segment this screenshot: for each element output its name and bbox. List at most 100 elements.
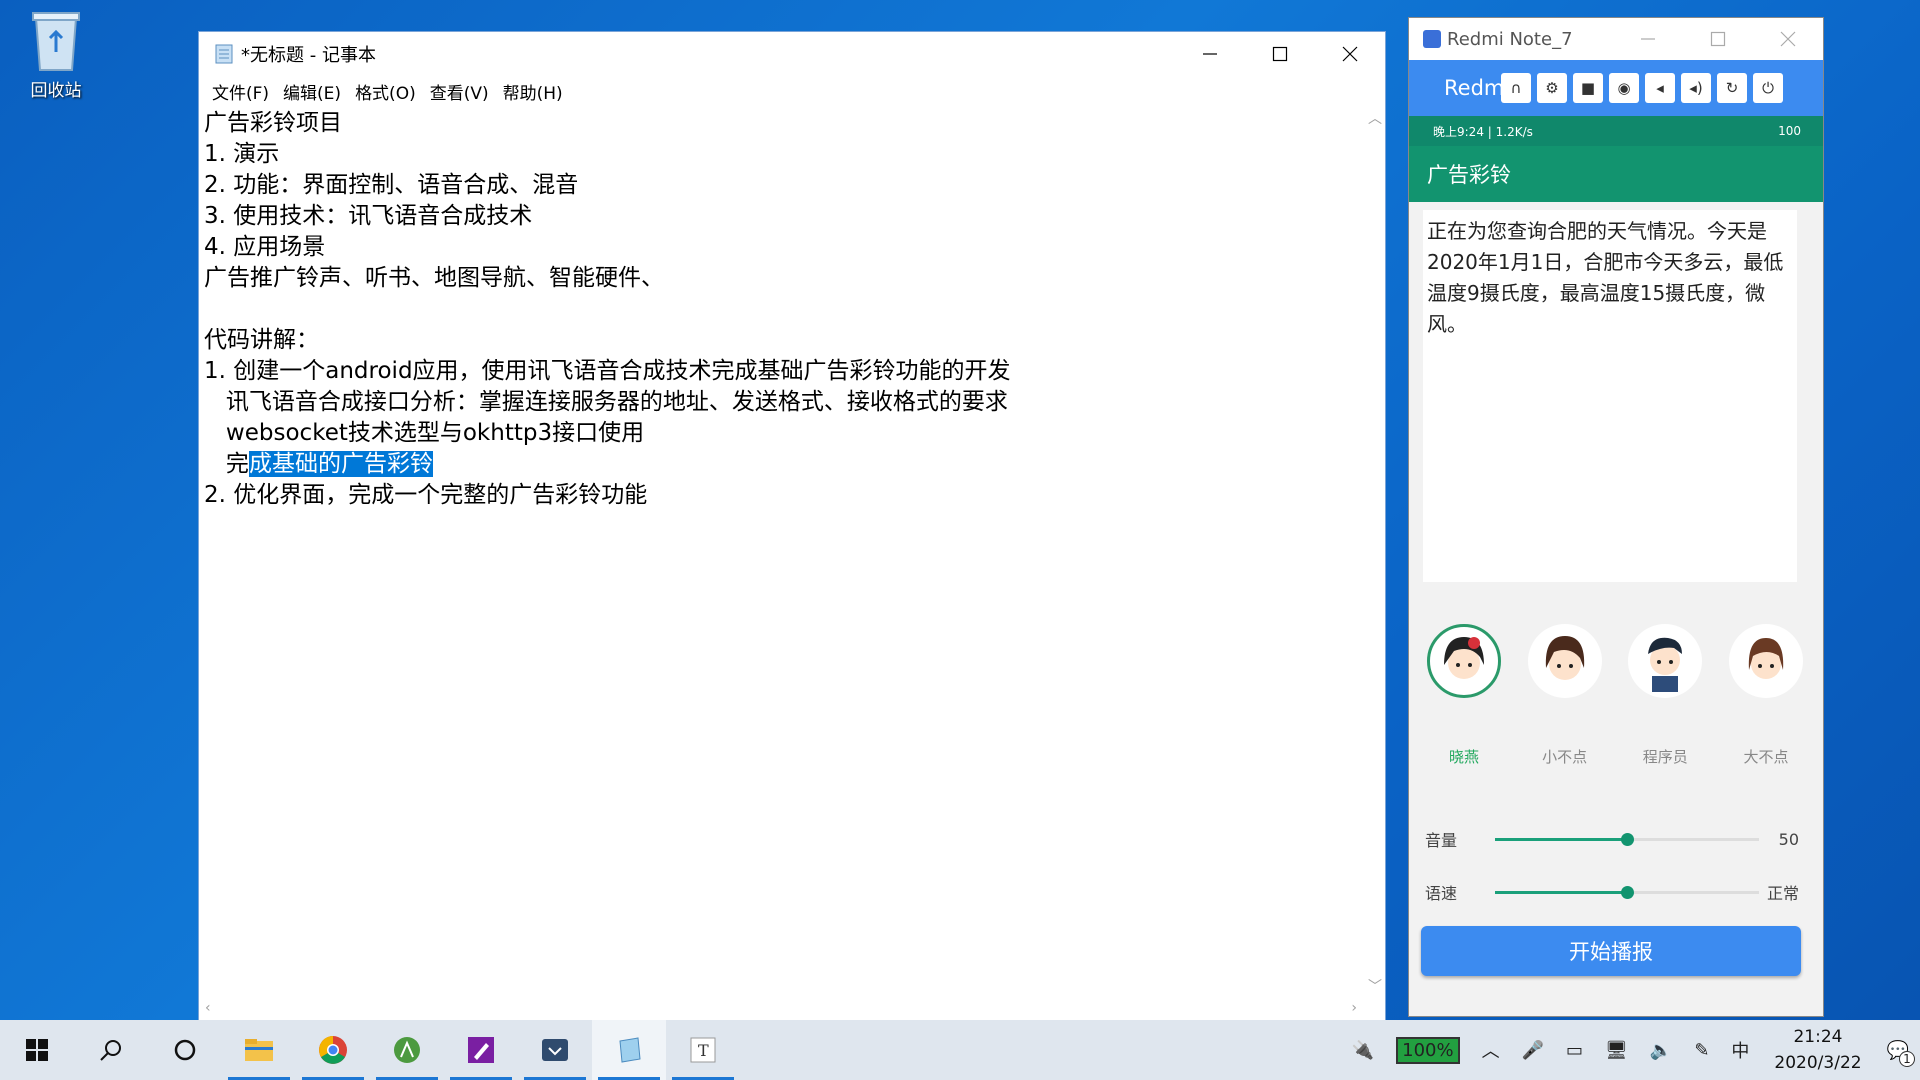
ime-indicator[interactable]: 中: [1731, 1037, 1749, 1063]
maximize-button[interactable]: [1245, 32, 1315, 76]
speed-slider[interactable]: [1495, 886, 1759, 899]
text-before-selection: 完: [204, 451, 249, 477]
text-editor[interactable]: 广告彩铃项目 1. 演示 2. 功能：界面控制、语音合成、混音 3. 使用技术：讯飞语…: [199, 106, 1363, 998]
screenshot-button[interactable]: ◉: [1609, 73, 1639, 103]
text-line: 2. 功能：界面控制、语音合成、混音: [204, 172, 579, 198]
system-tray: 🔌 100% ︿ 🎤 ▭ 🖥 🔈 ✎ 中 21:24 2020/3/22 💬 1: [1341, 1020, 1920, 1080]
text-line: 代码讲解：: [204, 327, 319, 353]
phone-maximize-button[interactable]: [1683, 18, 1753, 60]
horizontal-scrollbar[interactable]: ‹ ›: [199, 998, 1363, 1020]
notepad-window: *无标题 - 记事本 文件(F) 编辑(E) 格式(O) 查看(V) 帮助(H)…: [198, 31, 1386, 1021]
mirror-brand: Redm: [1444, 76, 1505, 100]
speaker-chengxuyuan[interactable]: 程序员: [1626, 624, 1704, 767]
menu-bar: 文件(F) 编辑(E) 格式(O) 查看(V) 帮助(H): [199, 76, 1385, 106]
record-button[interactable]: ■: [1573, 73, 1603, 103]
taskbar-onenote[interactable]: [444, 1020, 518, 1080]
start-button[interactable]: [0, 1020, 74, 1080]
power-button[interactable]: ⏻: [1753, 73, 1783, 103]
text-line: 4. 应用场景: [204, 234, 326, 260]
speed-thumb[interactable]: [1621, 886, 1634, 899]
recycle-bin[interactable]: 回收站: [18, 8, 94, 101]
phone-titlebar[interactable]: Redmi Note_7: [1409, 18, 1823, 60]
volume-up-button[interactable]: ◂): [1681, 73, 1711, 103]
volume-down-button[interactable]: ◂: [1645, 73, 1675, 103]
text-line: 广告彩铃项目: [204, 110, 342, 136]
scroll-right-icon: ›: [1351, 1000, 1357, 1016]
phone-close-button[interactable]: [1753, 18, 1823, 60]
recycle-bin-label: 回收站: [30, 81, 82, 101]
svg-text:T: T: [698, 1041, 709, 1060]
menu-view[interactable]: 查看(V): [423, 79, 496, 104]
recycle-bin-icon: [28, 8, 84, 72]
speed-row: 语速 正常: [1425, 877, 1805, 907]
taskbar-android-studio[interactable]: [370, 1020, 444, 1080]
headphone-button[interactable]: ∩: [1501, 73, 1531, 103]
taskbar-file-explorer[interactable]: [222, 1020, 296, 1080]
battery-icon[interactable]: ▭: [1566, 1040, 1583, 1061]
menu-help[interactable]: 帮助(H): [496, 79, 570, 104]
android-studio-icon: [394, 1037, 420, 1063]
cortana-button[interactable]: [148, 1020, 222, 1080]
power-plug-icon[interactable]: 🔌: [1352, 1040, 1374, 1061]
battery-indicator[interactable]: 100%: [1396, 1036, 1460, 1064]
volume-down-icon: ◂: [1656, 79, 1664, 97]
minimize-icon: [1641, 38, 1655, 40]
text-line: 2. 优化界面，完成一个完整的广告彩铃功能: [204, 482, 648, 508]
volume-up-icon: ◂): [1689, 79, 1703, 97]
avatar: [1628, 624, 1703, 698]
volume-thumb[interactable]: [1621, 833, 1634, 846]
vertical-scrollbar[interactable]: ︿ ﹀: [1363, 106, 1385, 998]
pen-icon[interactable]: ✎: [1694, 1040, 1709, 1061]
text-line: 1. 演示: [204, 141, 280, 167]
video-camera-icon: ■: [1580, 79, 1596, 97]
window-title: *无标题 - 记事本: [241, 45, 376, 66]
minimize-button[interactable]: [1175, 32, 1245, 76]
rotate-button[interactable]: ↻: [1717, 73, 1747, 103]
menu-file[interactable]: 文件(F): [205, 79, 276, 104]
notification-count: 1: [1899, 1050, 1915, 1067]
status-time: 晚上9:24 | 1.2K/s: [1433, 124, 1533, 139]
scroll-left-icon: ‹: [205, 1000, 211, 1016]
search-button[interactable]: [74, 1020, 148, 1080]
close-button[interactable]: [1315, 32, 1385, 76]
avatar: [1427, 624, 1501, 698]
phone-minimize-button[interactable]: [1613, 18, 1683, 60]
speaker-dabudian[interactable]: 大不点: [1727, 624, 1805, 767]
app-content: 正在为您查询合肥的天气情况。今天是2020年1月1日，合肥市今天多云，最低温度9…: [1409, 202, 1823, 1016]
power-icon: ⏻: [1762, 79, 1774, 97]
text-line: websocket技术选型与okhttp3接口使用: [204, 420, 645, 446]
speaker-xiaoyan[interactable]: 晓燕: [1425, 624, 1503, 767]
scroll-down-icon: ﹀: [1368, 979, 1382, 995]
settings-button[interactable]: ⚙: [1537, 73, 1567, 103]
notification-button[interactable]: 💬 1: [1887, 1040, 1915, 1067]
rotate-icon: ↻: [1725, 79, 1739, 97]
maximize-icon: [1710, 31, 1726, 47]
speed-fill: [1495, 891, 1627, 894]
speaker-icon[interactable]: 🔈: [1650, 1040, 1672, 1061]
tts-text-input[interactable]: 正在为您查询合肥的天气情况。今天是2020年1月1日，合肥市今天多云，最低温度9…: [1423, 210, 1797, 582]
chevron-up-icon[interactable]: ︿: [1482, 1037, 1500, 1063]
app-bar: 广告彩铃: [1409, 146, 1823, 202]
chrome-icon: [319, 1036, 347, 1064]
text-line: 讯飞语音合成接口分析：掌握连接服务器的地址、发送格式、接收格式的要求: [204, 389, 1008, 415]
notepad-titlebar[interactable]: *无标题 - 记事本: [199, 32, 1385, 76]
close-icon: [1342, 46, 1358, 62]
speaker-xiaobudian[interactable]: 小不点: [1526, 624, 1604, 767]
network-icon[interactable]: 🖥: [1605, 1040, 1628, 1061]
taskbar-notepad[interactable]: [592, 1020, 666, 1080]
clock[interactable]: 21:24 2020/3/22: [1774, 1024, 1861, 1076]
volume-slider[interactable]: [1495, 833, 1759, 846]
taskbar-mirror-app[interactable]: [518, 1020, 592, 1080]
taskbar-typora[interactable]: T: [666, 1020, 740, 1080]
speed-value: 正常: [1766, 884, 1799, 903]
menu-edit[interactable]: 编辑(E): [276, 79, 348, 104]
menu-format[interactable]: 格式(O): [348, 79, 423, 104]
volume-row: 音量 50: [1425, 824, 1805, 854]
start-playback-button[interactable]: 开始播报: [1421, 926, 1801, 976]
pen-app-icon: [468, 1037, 494, 1063]
camera-icon: ◉: [1617, 79, 1631, 97]
microphone-icon[interactable]: 🎤: [1522, 1040, 1544, 1061]
clock-time: 21:24: [1793, 1027, 1843, 1047]
cortana-icon: [174, 1039, 196, 1061]
taskbar-chrome[interactable]: [296, 1020, 370, 1080]
